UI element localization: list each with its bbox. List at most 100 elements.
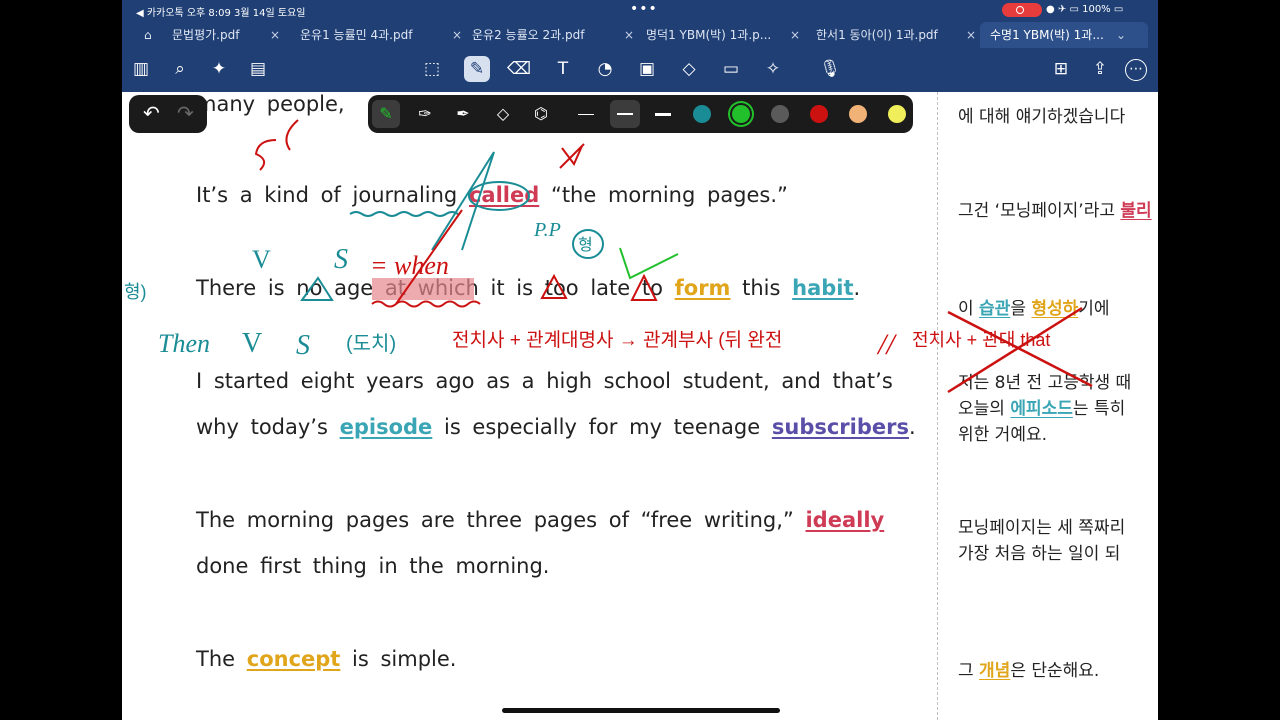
pen-palette: ✎ ✑ ✒ ◇ ⌬	[368, 95, 913, 133]
share-icon[interactable]: ⇪	[1087, 56, 1113, 82]
ai-sparkle-icon[interactable]: ✦	[206, 56, 232, 82]
shape-pen-icon[interactable]: ⌬	[530, 103, 552, 125]
text-segment: 는 특히	[1072, 399, 1126, 419]
line-1: many people,	[196, 92, 345, 116]
text-segment: .	[909, 415, 916, 439]
color-swatch-gray[interactable]	[771, 105, 789, 123]
add-page-icon[interactable]: ⊞	[1048, 56, 1074, 82]
color-swatch-green-selected[interactable]	[732, 105, 750, 123]
kor-line-0: 에 대해 얘기하겠습니다	[958, 107, 1126, 127]
tab-label: 문법평가.pdf	[172, 28, 240, 42]
highlighter-icon[interactable]: ◇	[492, 103, 514, 125]
close-icon[interactable]: ×	[270, 22, 280, 48]
close-icon[interactable]: ×	[624, 22, 634, 48]
close-icon[interactable]: ×	[966, 22, 976, 48]
sidebar-icon[interactable]: ▥	[128, 56, 154, 82]
status-bar: ◀ 카카오톡 오후 8:09 3월 14일 토요일 ••• ● ✈ ▭ 100%…	[122, 0, 1158, 20]
text-segment: many people,	[196, 92, 345, 116]
search-icon[interactable]: ⌕	[167, 56, 193, 82]
kor-line-2: 이 습관을 형성하기에	[958, 294, 1110, 319]
tab-4[interactable]: 명덕1 YBM(박) 1과.p... ×	[646, 22, 800, 48]
vocab-kor: 에피소드	[1010, 399, 1073, 419]
home-indicator[interactable]	[502, 708, 780, 713]
fountain-pen-icon[interactable]: ✎	[372, 100, 400, 128]
tab-5[interactable]: 한서1 동아(이) 1과.pdf ×	[816, 22, 976, 48]
chevron-down-icon[interactable]: ⌄	[1116, 22, 1126, 48]
text-segment: this	[742, 276, 781, 300]
text-segment: 오늘의	[958, 399, 1005, 419]
tab-label: 운유2 능률오 2과.pdf	[472, 28, 585, 42]
pen-tool-icon[interactable]: ✎	[464, 56, 490, 82]
vocab-subscribers: subscribers	[771, 415, 909, 439]
vocab-concept: concept	[246, 647, 341, 671]
ballpoint-pen-icon[interactable]: ✑	[414, 103, 436, 125]
undo-icon[interactable]: ↶	[143, 101, 160, 125]
kor-line-7: 가장 처음 하는 일이 되	[958, 544, 1121, 564]
home-icon[interactable]: ⌂	[144, 22, 160, 48]
kor-line-5: 위한 거예요.	[958, 425, 1048, 445]
kor-line-6: 모닝페이지는 세 쪽짜리	[958, 518, 1126, 538]
text-segment: 기에	[1078, 299, 1110, 319]
text-segment: why today’s	[196, 415, 328, 439]
redo-icon[interactable]: ↷	[177, 101, 194, 125]
tab-1[interactable]: 문법평가.pdf ×	[172, 22, 280, 48]
vocab-called: called	[468, 183, 540, 207]
text-tool-icon[interactable]: T	[550, 56, 576, 82]
microphone-icon[interactable]: 🎙	[810, 56, 850, 82]
tab-2[interactable]: 운유1 능률민 4과.pdf ×	[300, 22, 462, 48]
text-segment: 을	[1010, 299, 1026, 319]
text-segment: done first thing in the morning.	[196, 554, 550, 578]
app-screen: ◀ 카카오톡 오후 8:09 3월 14일 토요일 ••• ● ✈ ▭ 100%…	[122, 0, 1158, 720]
tab-label: 운유1 능률민 4과.pdf	[300, 28, 413, 42]
multitask-dots-icon[interactable]: •••	[630, 1, 658, 17]
tab-bar: ⌂ 문법평가.pdf × 운유1 능률민 4과.pdf × 운유2 능률오 2과…	[122, 22, 1158, 48]
screen-record-icon	[1002, 3, 1042, 17]
line-6: The morning pages are three pages of “fr…	[196, 508, 884, 532]
kor-line-4: 오늘의 에피소드는 특히	[958, 394, 1125, 419]
outline-icon[interactable]: ▤	[245, 56, 271, 82]
tab-3[interactable]: 운유2 능률오 2과.pdf ×	[472, 22, 634, 48]
brush-pen-icon[interactable]: ✒	[452, 103, 474, 125]
shapes-icon[interactable]: ◔	[592, 56, 618, 82]
vocab-kor: 개념	[979, 661, 1011, 681]
tab-label: 수명1 YBM(박) 1과...	[990, 28, 1104, 42]
vocab-kor: 습관	[979, 299, 1011, 319]
text-segment: The	[196, 647, 236, 671]
color-swatch-peach[interactable]	[849, 105, 867, 123]
close-icon[interactable]: ×	[790, 22, 800, 48]
image-icon[interactable]: ▣	[634, 56, 660, 82]
kor-line-1: 그건 ‘모닝페이지’라고 불리	[958, 196, 1152, 221]
color-swatch-yellow[interactable]	[888, 105, 906, 123]
main-toolbar: ▥ ⌕ ✦ ▤ ⬚ ✎ ⌫ T ◔ ▣ ◇ ▭ ✧ 🎙 ⊞ ⇪ ⋯	[122, 50, 1158, 90]
line-3: There is no age at which it is too late …	[196, 276, 860, 300]
status-right: ● ✈ ▭ 100% ▭	[1046, 4, 1124, 15]
stroke-width-thin[interactable]	[578, 114, 594, 115]
text-segment: “the morning pages.”	[550, 183, 788, 207]
close-icon[interactable]: ×	[452, 22, 462, 48]
tab-label: 한서1 동아(이) 1과.pdf	[816, 28, 938, 42]
text-segment: There is no age at which it is too late …	[196, 276, 663, 300]
color-swatch-teal[interactable]	[693, 105, 711, 123]
status-left: ◀ 카카오톡 오후 8:09 3월 14일 토요일	[136, 8, 306, 19]
text-segment: It’s a kind of	[196, 183, 341, 207]
sticky-note-icon[interactable]: ▭	[718, 56, 744, 82]
elements-icon[interactable]: ◇	[676, 56, 702, 82]
undo-redo-bar: ↶ ↷	[129, 95, 207, 133]
vocab-kor: 형성하	[1031, 299, 1079, 319]
line-5: why today’s episode is especially for my…	[196, 415, 916, 439]
more-icon[interactable]: ⋯	[1125, 59, 1147, 81]
stroke-width-medium[interactable]	[617, 113, 633, 115]
color-swatch-red[interactable]	[810, 105, 828, 123]
text-segment: 은 단순해요.	[1010, 661, 1100, 681]
laser-pointer-icon[interactable]: ✧	[760, 56, 786, 82]
text-segment: .	[853, 276, 861, 300]
eraser-icon[interactable]: ⌫	[506, 56, 532, 82]
lasso-select-icon[interactable]: ⬚	[419, 56, 445, 82]
tab-6-active[interactable]: 수명1 YBM(박) 1과... ⌄	[980, 22, 1148, 48]
stroke-width-thick[interactable]	[655, 113, 671, 116]
kor-line-3: 저는 8년 전 고등학생 때	[958, 373, 1132, 393]
text-segment: journaling	[352, 183, 458, 207]
vocab-kor: 불리	[1120, 201, 1152, 221]
vocab-episode: episode	[339, 415, 433, 439]
vocab-habit: habit	[792, 276, 854, 300]
